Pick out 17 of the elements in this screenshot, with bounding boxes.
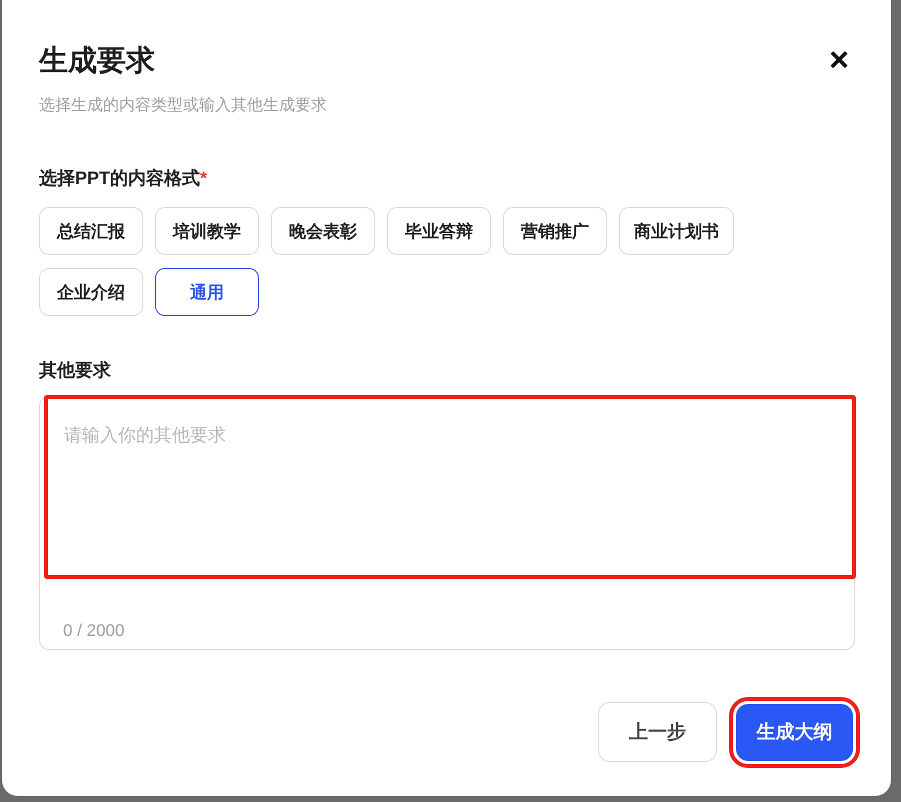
format-option[interactable]: 总结汇报: [39, 207, 143, 255]
format-option[interactable]: 培训教学: [155, 207, 259, 255]
format-option[interactable]: 企业介绍: [39, 268, 143, 316]
close-button[interactable]: ×: [827, 43, 851, 77]
format-option[interactable]: 营销推广: [503, 207, 607, 255]
format-option[interactable]: 晚会表彰: [271, 207, 375, 255]
dialog-title: 生成要求: [39, 44, 155, 79]
format-option[interactable]: 毕业答辩: [387, 207, 491, 255]
format-option[interactable]: 商业计划书: [619, 207, 734, 255]
field-label: 选择PPT的内容格式: [39, 168, 200, 188]
back-button[interactable]: 上一步: [598, 702, 717, 762]
character-counter: 0 / 2000: [62, 621, 126, 641]
generate-button[interactable]: 生成大纲: [736, 704, 853, 760]
required-mark: *: [200, 168, 208, 188]
field-label: 其他要求: [39, 359, 112, 382]
format-option[interactable]: 通用: [155, 268, 259, 316]
dialog-subtitle: 选择生成的内容类型或输入其他生成要求: [39, 96, 328, 116]
